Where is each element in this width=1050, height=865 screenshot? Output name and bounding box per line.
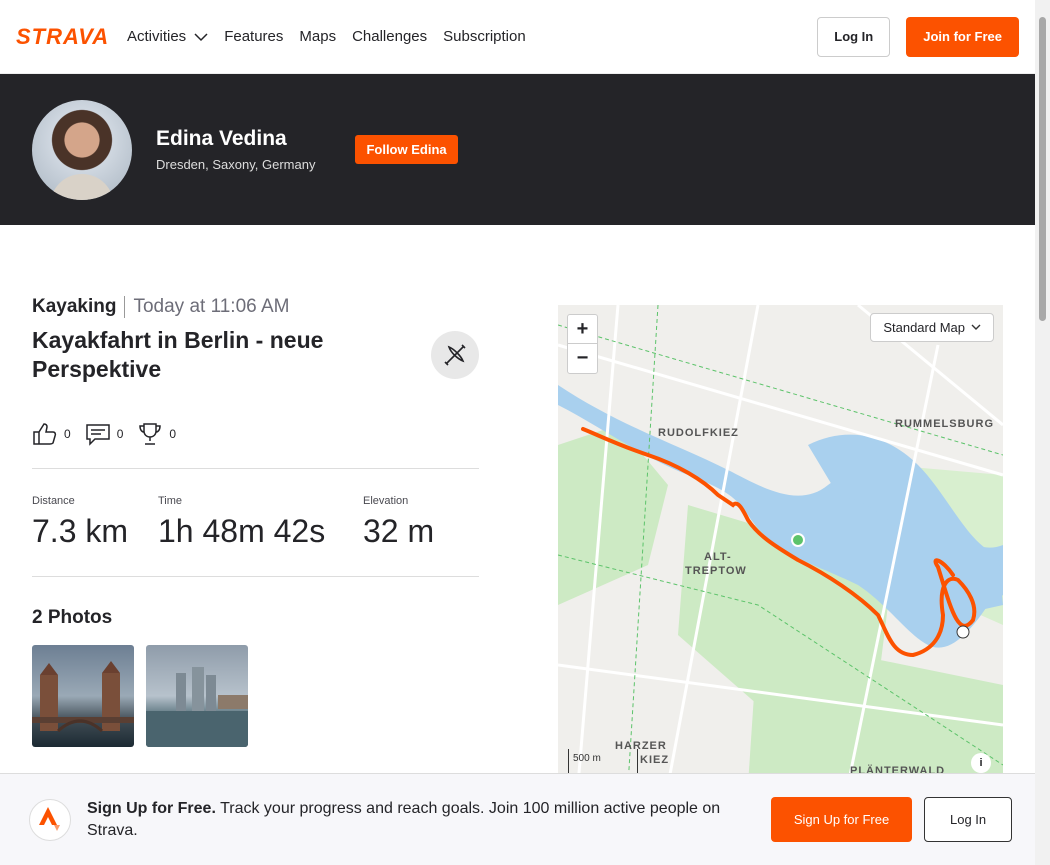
stat-elevation: Elevation 32 m	[363, 495, 434, 550]
activity-title: Kayakfahrt in Berlin - neue Perspektive	[32, 327, 324, 382]
stat-distance-value: 7.3 km	[32, 513, 129, 549]
photos-heading: 2 Photos	[32, 607, 113, 628]
strava-logo[interactable]: STRAVA	[16, 24, 111, 50]
info-icon[interactable]: i	[971, 753, 991, 773]
map-label: ALT-	[704, 551, 732, 563]
nav-maps[interactable]: Maps	[299, 28, 336, 45]
scrollbar[interactable]	[1035, 0, 1050, 865]
comment-icon	[85, 424, 110, 446]
activity-stats: Distance 7.3 km Time 1h 48m 42s Elevatio…	[32, 468, 479, 577]
banner-signup-button[interactable]: Sign Up for Free	[771, 797, 912, 842]
avatar[interactable]	[32, 99, 132, 200]
nav-links: Activities Features Maps Challenges Subs…	[127, 28, 526, 45]
thumbs-up-icon	[33, 423, 57, 445]
map-label: TREPTOW	[685, 565, 747, 577]
map-type-label: Standard Map	[883, 320, 965, 335]
banner-text: Sign Up for Free. Track your progress an…	[87, 798, 747, 842]
trophy-icon	[139, 423, 162, 445]
photo-grid	[32, 645, 479, 747]
stat-elevation-value: 32 m	[363, 513, 435, 549]
start-marker[interactable]	[791, 533, 805, 547]
stat-elevation-label: Elevation	[363, 495, 409, 507]
stat-distance: Distance 7.3 km	[32, 495, 128, 550]
kudos-count: 0	[64, 427, 71, 441]
banner-bold: Sign Up for Free.	[87, 799, 216, 817]
map-label: RUMMELSBURG	[895, 418, 994, 430]
kudos-button[interactable]: 0	[32, 422, 71, 446]
map-type-select[interactable]: Standard Map	[870, 313, 994, 342]
stat-time-label: Time	[158, 495, 183, 507]
chevron-down-icon	[971, 324, 981, 330]
login-button[interactable]: Log In	[817, 16, 891, 57]
athlete-location: Dresden, Saxony, Germany	[156, 157, 316, 172]
activity-time: Today at 11:06 AM	[133, 296, 290, 317]
route-map[interactable]: + − Standard Map RUDOLFKIEZ RUMMELSBURG …	[558, 305, 1003, 785]
photo-thumbnail[interactable]	[146, 645, 248, 747]
nav-activities-label: Activities	[127, 28, 187, 45]
nav-activities[interactable]: Activities	[127, 28, 208, 45]
athlete-info: Edina Vedina Dresden, Saxony, Germany	[156, 127, 315, 172]
join-button[interactable]: Join for Free	[906, 16, 1019, 57]
comments-count: 0	[116, 427, 124, 441]
top-nav: STRAVA Activities Features Maps Challeng…	[0, 0, 1035, 74]
page: STRAVA Activities Features Maps Challeng…	[0, 0, 1035, 865]
map-label: RUDOLFKIEZ	[658, 427, 739, 439]
athlete-name[interactable]: Edina Vedina	[156, 127, 315, 151]
activity-meta: Kayaking Today at 11:06 AM	[32, 296, 479, 318]
nav-right: Log In Join for Free	[817, 16, 1019, 57]
banner-login-button[interactable]: Log In	[924, 797, 1013, 842]
strava-logo-icon	[29, 798, 71, 841]
activity-details: Kayaking Today at 11:06 AM Kayakfahrt in…	[32, 296, 479, 747]
social-stats: 0 0 0	[32, 422, 479, 446]
signup-banner: Sign Up for Free. Track your progress an…	[0, 773, 1035, 865]
achievements-button[interactable]: 0	[137, 422, 176, 446]
achievements-count: 0	[169, 427, 177, 441]
nav-features[interactable]: Features	[224, 28, 283, 45]
sport-type: Kayaking	[32, 296, 126, 318]
chevron-down-icon	[194, 32, 208, 41]
kayak-icon	[431, 331, 479, 379]
scrollbar-thumb[interactable]	[1039, 17, 1046, 321]
end-marker[interactable]	[956, 625, 970, 639]
zoom-controls: + −	[567, 314, 598, 374]
zoom-in-button[interactable]: +	[568, 315, 597, 344]
nav-subscription[interactable]: Subscription	[443, 28, 526, 45]
stat-time: Time 1h 48m 42s	[158, 495, 325, 550]
stat-time-value: 1h 48m 42s	[158, 513, 326, 549]
athlete-header: Edina Vedina Dresden, Saxony, Germany Fo…	[0, 74, 1035, 225]
comments-button[interactable]: 0	[85, 422, 124, 446]
zoom-out-button[interactable]: −	[568, 344, 597, 373]
photo-thumbnail[interactable]	[32, 645, 134, 747]
map-label: KIEZ	[640, 754, 670, 766]
stat-distance-label: Distance	[32, 495, 75, 507]
follow-button[interactable]: Follow Edina	[355, 135, 458, 164]
nav-challenges[interactable]: Challenges	[352, 28, 427, 45]
